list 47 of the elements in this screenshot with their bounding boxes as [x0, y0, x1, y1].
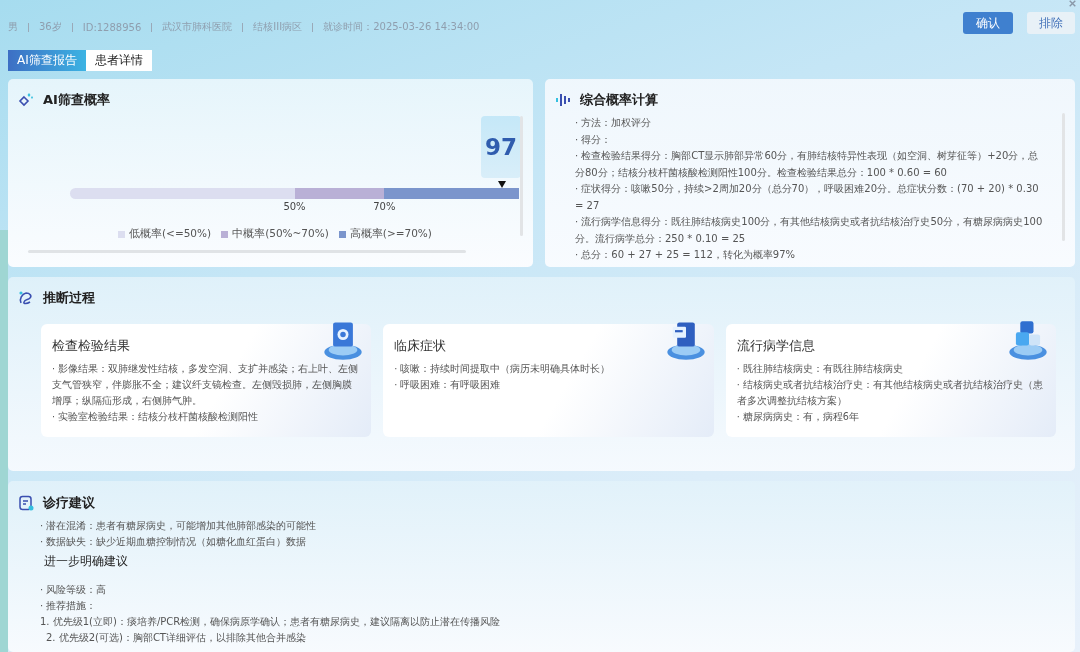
panel-title: 推断过程	[43, 289, 95, 307]
legend-label: 低概率(<=50%)	[129, 227, 212, 241]
tick-label: 70%	[373, 201, 396, 212]
close-icon[interactable]	[1068, 0, 1077, 7]
advice-line: · 推荐措施：	[40, 599, 98, 613]
tick-label: 50%	[283, 201, 306, 212]
finding-line: · 呼吸困难：有呼吸困难	[394, 378, 502, 392]
action-button[interactable]: 确认	[963, 12, 1013, 34]
finding-line: · 影像结果：双肺继发性结核，多发空洞、支扩并感染；右上叶、左侧支气管狭窄，伴膨胀不全；建议纤支镜检查。左侧毁损肺，左侧胸膜增厚；纵隔疝形成，右侧肺气肿。	[52, 362, 360, 408]
finding-line: · 结核病史或者抗结核治疗史：有其他结核病史或者抗结核治疗史（患者多次调整抗结核方案）	[736, 378, 1044, 408]
finding-line: · 糖尿病病史：有，病程6年	[736, 410, 860, 424]
calculation-line: · 得分：	[575, 132, 613, 147]
tab[interactable]: AI筛查报告	[8, 50, 86, 71]
finding-line: · 既往肺结核病史：有既往肺结核病史	[736, 362, 904, 376]
waveform-icon	[555, 92, 571, 108]
card-title: AI筛查概率	[43, 91, 110, 109]
section-heading: 进一步明确建议	[44, 553, 129, 570]
report-icon	[18, 495, 34, 511]
sparkle-icon	[18, 92, 34, 108]
tab[interactable]: 患者详情	[85, 50, 152, 71]
score-badge: 97	[481, 116, 521, 178]
pen-icon	[18, 290, 34, 306]
legend-label: 中概率(50%~70%)	[232, 227, 329, 241]
card-title: 综合概率计算	[580, 91, 658, 109]
panel-title: 诊疗建议	[43, 494, 95, 512]
scrollbar[interactable]	[520, 116, 523, 236]
calculation-line: · 方法：加权评分	[575, 116, 653, 130]
advice-line: · 潜在混淆：患者有糖尿病史，可能增加其他肺部感染的可能性	[40, 519, 318, 533]
finding-line: · 实验室检验结果：结核分枝杆菌核酸检测阳性	[52, 410, 260, 424]
advice-line: 2. 优先级2(可选)：胸部CT详细评估，以排除其他合并感染	[45, 631, 307, 645]
patient-info: 男	[8, 20, 18, 34]
action-button[interactable]: 排除	[1027, 12, 1075, 34]
card-title: 临床症状	[394, 338, 448, 355]
card-title: 流行病学信息	[736, 338, 816, 355]
finding-line: · 咳嗽：持续时间提取中（病历未明确具体时长）	[394, 362, 612, 376]
calculation-line: · 总分：60 + 27 + 25 = 112，转化为概率97%	[575, 248, 797, 262]
advice-line: 1. 优先级1(立即)：痰培养/PCR检测，确保病原学确认；患者有糖尿病史，建议隔离以防止潜在传播风险	[40, 615, 502, 629]
card-title: 检查检验结果	[52, 338, 131, 355]
advice-line: · 数据缺失：缺少近期血糖控制情况（如糖化血红蛋白）数据	[40, 535, 308, 549]
advice-line: · 风险等级：高	[40, 583, 108, 597]
patient-info: ID:1288956	[82, 21, 142, 33]
patient-info: 36岁	[39, 20, 62, 34]
calculation-line: · 症状得分：咳嗽50分，持续>2周加20分（总分70），呼吸困难20分。总症状分数：(70 + 20) * 0.30 = 27	[575, 182, 1040, 213]
calculation-line: · 流行病学信息得分：既往肺结核病史100分，有其他结核病史或者抗结核治疗史50分，有糖尿病病史100分。流行病学总分：250 * 0.10 = 25	[575, 215, 1043, 246]
calculation-line: · 检查检验结果得分：胸部CT显示肺部异常60分，有肺结核特异性表现（如空洞、树芽征等）+20分，总分80分；结核分枝杆菌核酸检测阳性100分。检查检验结果总分：100 * 0.60 = 60	[575, 149, 1040, 180]
legend-label: 高概率(>=70%)	[349, 227, 432, 241]
cubes-icon	[1006, 318, 1050, 362]
